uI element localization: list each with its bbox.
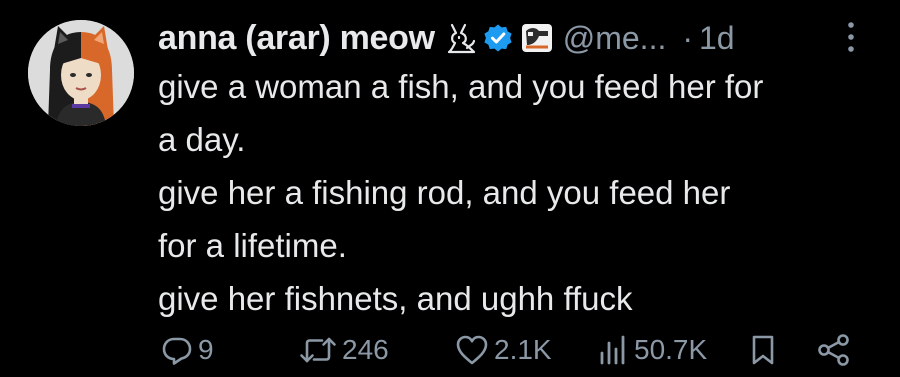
bookmark-icon (752, 335, 774, 365)
reply-count: 9 (198, 334, 214, 365)
display-name[interactable]: anna (arar) meow (158, 19, 435, 58)
views-icon (600, 335, 625, 365)
avatar-image (28, 20, 134, 126)
tweet-text-line: give a woman a fish, and you feed her fo… (158, 68, 764, 105)
tweet-text-line: for a lifetime. (158, 227, 347, 264)
views-count: 50.7K (634, 334, 708, 365)
verified-badge-icon[interactable] (483, 23, 513, 53)
org-badge-icon[interactable] (521, 23, 553, 53)
bookmark-button[interactable] (748, 333, 778, 367)
avatar[interactable] (28, 20, 134, 126)
reply-icon (162, 337, 192, 365)
tweet-text-line: give her a fishing rod, and you feed her (158, 174, 731, 211)
reply-button[interactable]: 9 (160, 333, 214, 367)
like-icon (456, 335, 488, 365)
more-options-icon[interactable] (844, 20, 858, 54)
share-button[interactable] (816, 333, 852, 367)
repost-count: 246 (342, 334, 389, 365)
tweet-text: give a woman a fish, and you feed her fo… (158, 60, 878, 325)
repost-icon (300, 337, 336, 363)
tweet[interactable]: anna (arar) meow @me... · 1d give a woma… (0, 0, 900, 377)
action-bar: 9 246 2.1K 50.7K (0, 325, 900, 375)
views-button[interactable]: 50.7K (596, 333, 707, 367)
handle[interactable]: @me... (563, 20, 667, 57)
separator-dot: · (682, 19, 693, 56)
repost-button[interactable]: 246 (298, 333, 389, 367)
tweet-text-line: a day. (158, 121, 246, 158)
tweet-text-line: give her fishnets, and ughh ffuck (158, 280, 633, 317)
like-count: 2.1K (494, 334, 552, 365)
timestamp[interactable]: 1d (699, 20, 735, 57)
cat-outline-icon (445, 21, 477, 55)
like-button[interactable]: 2.1K (454, 333, 552, 367)
share-icon (818, 334, 849, 366)
tweet-header: anna (arar) meow @me... · 1d (158, 14, 735, 62)
